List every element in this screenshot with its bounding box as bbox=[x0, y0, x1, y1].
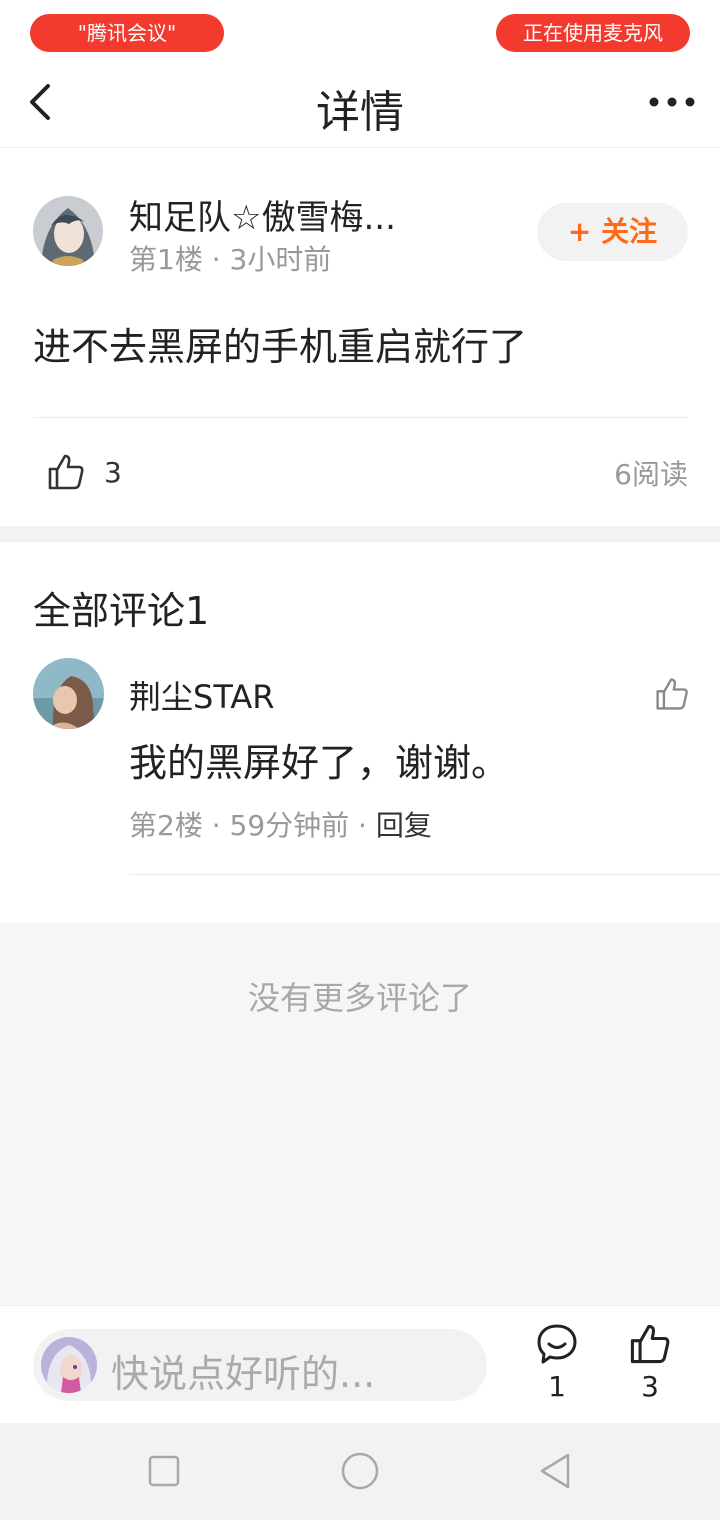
recents-button[interactable] bbox=[144, 1451, 184, 1491]
back-nav-button[interactable] bbox=[536, 1451, 576, 1491]
comment-floor-time: 第2楼 · 59分钟前 · bbox=[129, 809, 376, 842]
post-author-name[interactable]: 知足队☆傲雪梅... bbox=[129, 190, 396, 239]
post-like-count: 3 bbox=[104, 455, 122, 489]
reply-link[interactable]: 回复 bbox=[376, 809, 432, 842]
thumbs-up-icon bbox=[656, 678, 688, 710]
triangle-back-icon bbox=[540, 1453, 570, 1489]
bottom-bar: 快说点好听的... 1 3 bbox=[0, 1305, 720, 1423]
input-placeholder: 快说点好听的... bbox=[111, 1352, 376, 1396]
comment-bubble-icon bbox=[537, 1324, 577, 1364]
microphone-indicator[interactable]: 正在使用麦克风 bbox=[496, 14, 690, 52]
more-button[interactable] bbox=[648, 82, 696, 122]
thumbs-up-icon bbox=[48, 454, 84, 490]
comments-title: 全部评论1 bbox=[33, 589, 210, 633]
like-count: 3 bbox=[641, 1370, 659, 1403]
screen-share-indicator[interactable]: "腾讯会议" bbox=[30, 14, 224, 52]
comment-input[interactable]: 快说点好听的... bbox=[33, 1329, 487, 1401]
thumbs-up-icon bbox=[630, 1324, 670, 1364]
user-avatar bbox=[41, 1337, 97, 1393]
post-content: 进不去黑屏的手机重启就行了 bbox=[33, 325, 528, 369]
comment-meta: 第2楼 · 59分钟前 · 回复 bbox=[129, 804, 432, 844]
more-dots-icon bbox=[649, 97, 695, 107]
divider bbox=[129, 874, 720, 875]
comment-like-button[interactable] bbox=[654, 674, 690, 714]
home-button[interactable] bbox=[340, 1451, 380, 1491]
read-count: 6阅读 bbox=[614, 458, 688, 491]
comment-author-avatar[interactable] bbox=[33, 658, 104, 729]
comment-text: 我的黑屏好了，谢谢。 bbox=[129, 741, 510, 785]
circle-icon bbox=[341, 1452, 379, 1490]
no-more-comments: 没有更多评论了 bbox=[247, 979, 472, 1012]
follow-button[interactable]: + 关注 bbox=[537, 203, 688, 261]
like-button[interactable]: 3 bbox=[620, 1322, 680, 1412]
comment-button[interactable]: 1 bbox=[527, 1322, 587, 1412]
page-title: 详情 bbox=[316, 87, 404, 138]
comment-author-name[interactable]: 荆尘STAR bbox=[129, 672, 275, 718]
divider bbox=[33, 417, 688, 418]
square-icon bbox=[148, 1455, 180, 1487]
comment-count: 1 bbox=[548, 1370, 566, 1403]
post-author-avatar[interactable] bbox=[33, 196, 103, 266]
post-meta: 第1楼 · 3小时前 bbox=[129, 243, 332, 276]
post-like-button[interactable]: 3 bbox=[46, 450, 122, 494]
system-nav-bar bbox=[0, 1423, 720, 1520]
section-separator bbox=[0, 526, 720, 542]
header: 详情 bbox=[0, 60, 720, 148]
